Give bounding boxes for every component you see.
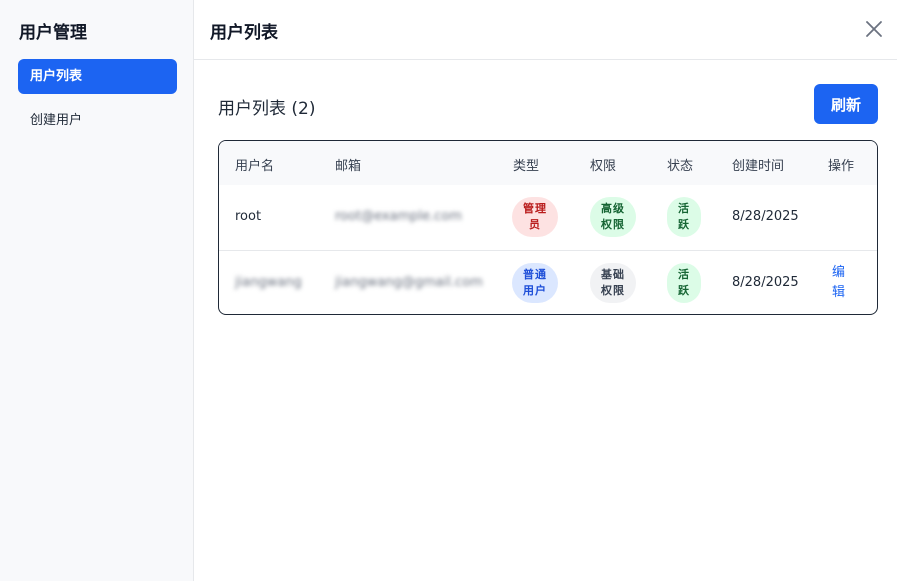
status-badge: 活跃 (667, 263, 701, 303)
table-row: jiangwang jiangwang@gmail.com 普通用户 基础权限 … (219, 250, 877, 314)
permission-badge: 高级权限 (590, 197, 636, 237)
type-badge: 普通用户 (512, 263, 558, 303)
email-cell: root@example.com (335, 209, 462, 224)
column-header-created: 创建时间 (732, 159, 785, 174)
email-cell: jiangwang@gmail.com (335, 275, 483, 290)
sidebar-item-user-list[interactable]: 用户列表 (18, 59, 177, 94)
created-date-cell: 8/28/2025 (732, 275, 799, 290)
header: 用户列表 (194, 0, 897, 60)
permission-badge: 基础权限 (590, 263, 636, 303)
sidebar: 用户管理 用户列表 创建用户 (0, 0, 194, 581)
type-badge: 管理员 (512, 197, 558, 237)
table-row: root root@example.com 管理员 高级权限 活跃 8/28/2… (219, 185, 877, 250)
created-date-cell: 8/28/2025 (732, 209, 799, 224)
column-header-permission: 权限 (590, 159, 617, 174)
section-title: 用户列表 (2) (218, 99, 316, 119)
users-table: 用户名 邮箱 类型 权限 状态 创建时间 操作 root root@exampl… (218, 140, 878, 315)
table-header: 用户名 邮箱 类型 权限 状态 创建时间 操作 (219, 141, 877, 185)
refresh-button[interactable]: 刷新 (814, 84, 878, 124)
close-icon[interactable] (865, 20, 883, 38)
sidebar-item-create-user[interactable]: 创建用户 (18, 103, 177, 138)
username-cell: root (235, 209, 262, 224)
column-header-username: 用户名 (235, 159, 275, 174)
column-header-type: 类型 (513, 159, 540, 174)
username-cell: jiangwang (235, 275, 302, 290)
app-window: 用户管理 用户列表 创建用户 用户列表 用户列表 (2) 刷新 用户名 邮箱 类… (0, 0, 897, 581)
column-header-actions: 操作 (828, 159, 855, 174)
edit-link[interactable]: 编辑 (832, 263, 846, 303)
column-header-email: 邮箱 (335, 159, 362, 174)
sidebar-title: 用户管理 (19, 23, 87, 43)
column-header-status: 状态 (667, 159, 694, 174)
status-badge: 活跃 (667, 197, 701, 237)
page-title: 用户列表 (210, 23, 278, 43)
